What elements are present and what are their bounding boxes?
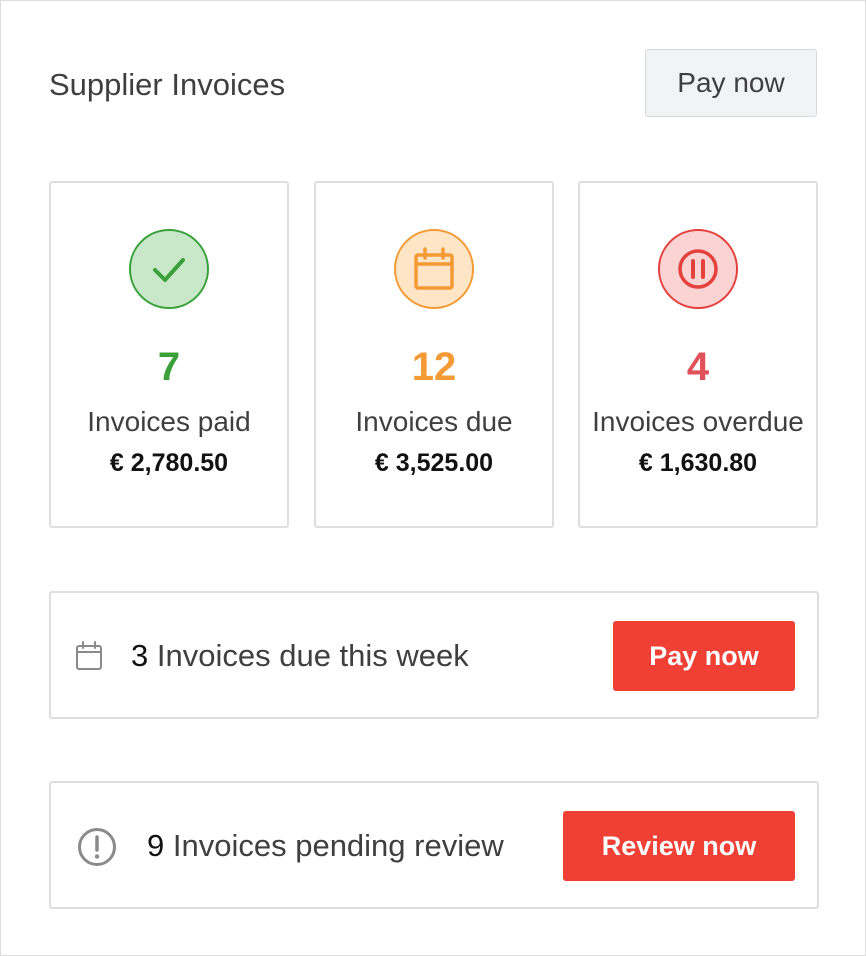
- calendar-icon: [394, 229, 474, 309]
- pause-icon: [658, 229, 738, 309]
- check-icon: [129, 229, 209, 309]
- stat-count-overdue: 4: [686, 345, 710, 389]
- stat-amount-due: € 3,525.00: [374, 449, 494, 477]
- pending-review-label: Invoices pending review: [172, 828, 504, 863]
- stat-count-due: 12: [411, 345, 457, 389]
- stat-label-overdue: Invoices overdue: [592, 406, 804, 437]
- pay-now-header-button[interactable]: Pay now: [645, 49, 817, 117]
- review-now-button[interactable]: Review now: [563, 811, 795, 881]
- stat-card-paid: 7 Invoices paid € 2,780.50: [49, 181, 289, 528]
- pending-review-text: 9 Invoices pending review: [147, 826, 504, 866]
- pending-review-count: 9: [147, 828, 165, 863]
- stat-amount-paid: € 2,780.50: [109, 449, 229, 477]
- page-title: Supplier Invoices: [49, 67, 286, 102]
- supplier-invoices-widget: Supplier Invoices Pay now 7 Invoices pai…: [0, 0, 866, 956]
- pay-now-button[interactable]: Pay now: [613, 621, 795, 691]
- stat-card-due: 12 Invoices due € 3,525.00: [314, 181, 554, 528]
- due-this-week-label: Invoices due this week: [156, 638, 469, 673]
- stat-amount-overdue: € 1,630.80: [638, 449, 758, 477]
- stat-card-overdue: 4 Invoices overdue € 1,630.80: [578, 181, 818, 528]
- stat-label-paid: Invoices paid: [87, 406, 251, 437]
- due-this-week-row: 3 Invoices due this week Pay now: [49, 591, 819, 719]
- stat-count-paid: 7: [157, 345, 181, 389]
- alert-icon: [77, 827, 117, 872]
- pending-review-row: 9 Invoices pending review Review now: [49, 781, 819, 909]
- due-this-week-text: 3 Invoices due this week: [131, 636, 469, 676]
- due-this-week-count: 3: [131, 638, 149, 673]
- calendar-icon: [75, 641, 103, 676]
- stat-label-due: Invoices due: [355, 406, 513, 437]
